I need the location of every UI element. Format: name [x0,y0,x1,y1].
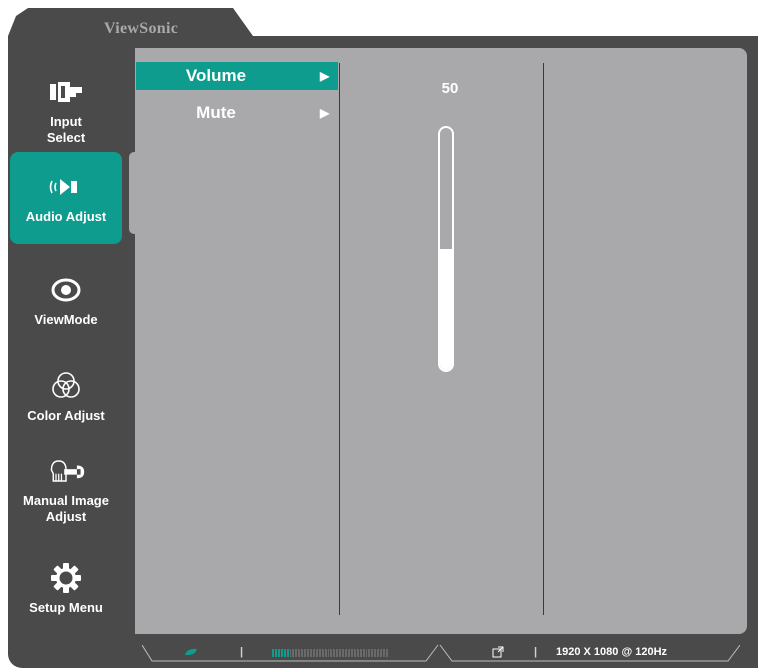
sidebar-item-label: Setup Menu [29,600,103,615]
meter-segment [374,649,377,657]
meter-segment [333,649,336,657]
signal-meter [272,649,388,657]
meter-segment [318,649,321,657]
gear-icon [46,562,86,594]
meter-segment [362,649,365,657]
sidebar-item-viewmode[interactable]: ViewMode [10,256,122,346]
meter-segment [336,649,339,657]
eco-leaf-icon [184,647,198,660]
column-divider-1 [339,63,340,615]
meter-segment [315,649,318,657]
meter-segment [289,649,292,657]
meter-segment [345,649,347,657]
meter-segment [283,649,286,657]
sidebar-item-input-select[interactable]: Input Select [10,66,122,156]
meter-segment [383,649,385,657]
meter-segment [272,649,274,657]
submenu-item-mute[interactable]: Mute ▶ [136,99,338,127]
sidebar-item-label: Audio Adjust [25,209,107,224]
active-tab-connector [129,152,135,234]
volume-value: 50 [441,80,459,97]
sidebar-item-color-adjust[interactable]: Color Adjust [10,352,122,442]
status-separator: | [240,646,244,658]
meter-segment [368,649,371,657]
meter-segment [385,649,388,657]
meter-segment [280,649,283,657]
meter-segment [353,649,356,657]
speaker-icon [46,171,86,203]
meter-segment [327,649,330,657]
meter-segment [286,649,289,657]
sidebar-item-setup-menu[interactable]: Setup Menu [10,544,122,634]
status-separator: | [534,646,538,658]
meter-segment [350,649,353,657]
status-bar: | | 1920 X 1080 @ 120Hz [142,644,740,662]
input-select-icon [46,76,86,108]
meter-segment [347,649,350,657]
meter-segment [377,649,380,657]
meter-segment [356,649,359,657]
meter-segment [304,649,307,657]
hand-wrench-icon [46,455,86,487]
meter-segment [321,649,324,657]
sidebar-item-label: Color Adjust [27,408,105,423]
sidebar-item-manual-image-adjust[interactable]: Manual Image Adjust [10,440,122,540]
external-link-icon [492,646,504,661]
meter-segment [312,649,315,657]
column-divider-2 [543,63,544,615]
sidebar-item-label: ViewMode [34,312,98,327]
submenu-item-label: Volume [185,66,247,85]
meter-segment [292,649,295,657]
meter-segment [359,649,362,657]
sidebar-item-label: Manual Image Adjust [23,493,109,524]
sidebar-item-label: Input Select [46,114,86,145]
eye-icon [46,274,86,306]
meter-segment [307,649,309,657]
meter-segment [330,649,333,657]
meter-segment [371,649,374,657]
meter-segment [274,649,277,657]
meter-segment [380,649,383,657]
arrow-right-icon: ▶ [320,106,330,120]
meter-segment [301,649,304,657]
meter-segment [277,649,280,657]
brand-logo: ViewSonic [104,20,179,37]
sidebar-item-audio-adjust[interactable]: Audio Adjust [10,152,122,244]
meter-segment [339,649,342,657]
submenu-item-label: Mute [196,103,236,122]
meter-segment [324,649,327,657]
meter-segment [309,649,312,657]
meter-segment [342,649,345,657]
volume-slider-fill [440,249,452,370]
arrow-right-icon: ▶ [320,69,330,83]
submenu-item-volume[interactable]: Volume ▶ [136,62,338,90]
meter-segment [295,649,298,657]
volume-slider[interactable] [438,126,454,372]
meter-segment [298,649,301,657]
resolution-text: 1920 X 1080 @ 120Hz [556,646,668,658]
color-circles-icon [46,370,86,402]
meter-segment [365,649,368,657]
